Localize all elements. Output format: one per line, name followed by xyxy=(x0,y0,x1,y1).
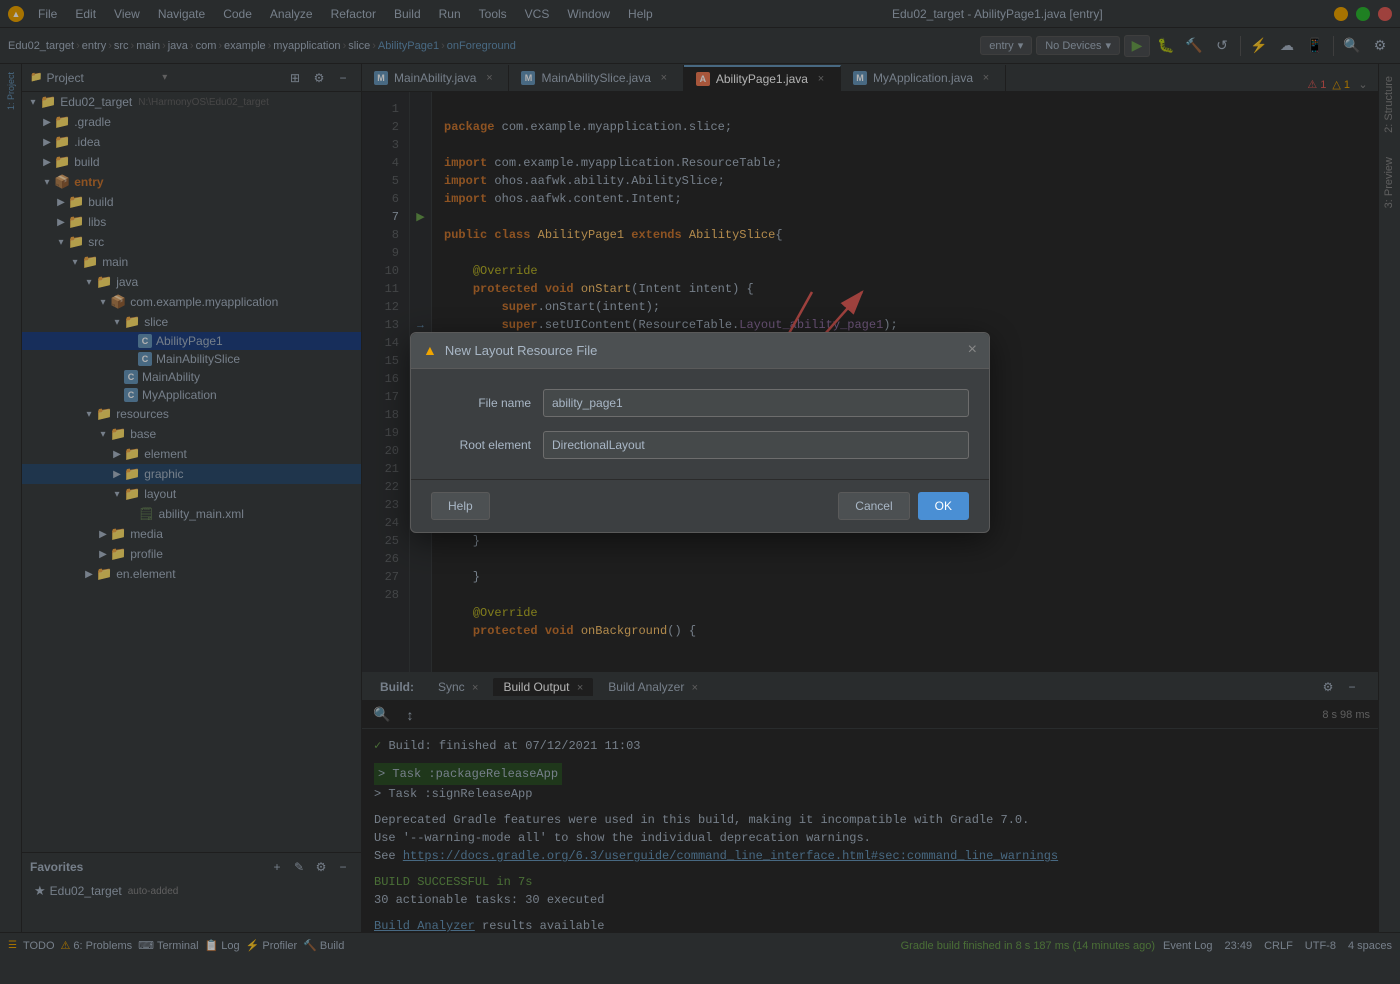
modal-close-button[interactable]: × xyxy=(968,341,977,359)
modal-filename-row: File name xyxy=(431,389,969,417)
modal-filename-label: File name xyxy=(431,396,531,410)
modal-help-button[interactable]: Help xyxy=(431,492,490,520)
modal-ok-button[interactable]: OK xyxy=(918,492,969,520)
modal-body: File name Root element xyxy=(411,369,989,479)
modal-footer: Help Cancel OK xyxy=(411,479,989,532)
modal-harmonyos-icon: ▲ xyxy=(423,342,437,358)
modal-overlay: ▲ New Layout Resource File × File name R… xyxy=(0,0,1400,984)
modal-footer-right: Cancel OK xyxy=(838,492,969,520)
modal-rootelement-input[interactable] xyxy=(543,431,969,459)
modal-header: ▲ New Layout Resource File × xyxy=(411,333,989,369)
modal-rootelement-label: Root element xyxy=(431,438,531,452)
modal-rootelement-row: Root element xyxy=(431,431,969,459)
modal-title: New Layout Resource File xyxy=(445,343,960,358)
modal-filename-input[interactable] xyxy=(543,389,969,417)
modal-dialog: ▲ New Layout Resource File × File name R… xyxy=(410,332,990,533)
modal-cancel-button[interactable]: Cancel xyxy=(838,492,909,520)
